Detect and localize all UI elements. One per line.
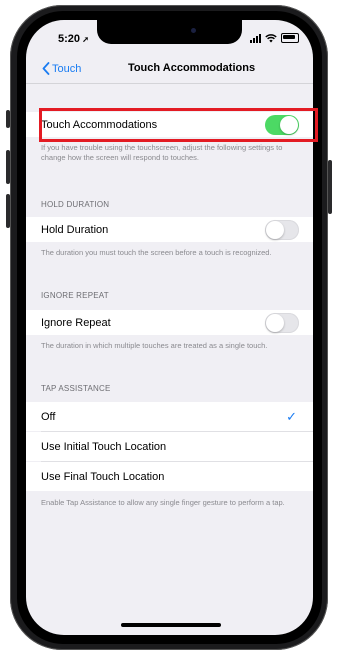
checkmark-icon: ✓ — [286, 408, 297, 424]
hold-duration-toggle[interactable] — [265, 219, 299, 240]
nav-divider — [26, 83, 313, 84]
toggle-knob — [266, 313, 284, 332]
cellular-signal-icon — [250, 33, 261, 43]
tap-assistance-option-initial[interactable]: Use Initial Touch Location — [26, 432, 313, 461]
status-icons — [250, 33, 299, 43]
tap-assistance-option-final[interactable]: Use Final Touch Location — [26, 462, 313, 491]
toggle-knob — [266, 220, 284, 239]
volume-down-button — [6, 194, 10, 228]
hold-duration-row: Hold Duration — [26, 217, 313, 242]
status-time: 5:20 ➚ — [58, 33, 89, 45]
tap-assistance-header: TAP ASSISTANCE — [41, 384, 111, 393]
tap-assistance-footer: Enable Tap Assistance to allow any singl… — [41, 498, 285, 507]
option-label: Off — [41, 410, 56, 423]
ignore-repeat-label: Ignore Repeat — [41, 316, 111, 329]
highlight-box — [39, 108, 318, 142]
option-label: Use Final Touch Location — [41, 470, 165, 483]
notch — [97, 20, 242, 44]
ignore-repeat-footer: The duration in which multiple touches a… — [41, 341, 268, 350]
location-arrow-icon: ➚ — [80, 35, 89, 44]
tap-assistance-option-off[interactable]: Off ✓ — [26, 402, 313, 431]
camera-icon — [191, 28, 196, 33]
ignore-repeat-row: Ignore Repeat — [26, 310, 313, 335]
hold-duration-footer: The duration you must touch the screen b… — [41, 248, 272, 257]
mute-switch — [6, 110, 10, 128]
option-label: Use Initial Touch Location — [41, 440, 167, 453]
home-indicator[interactable] — [121, 623, 221, 627]
hold-duration-header: HOLD DURATION — [41, 200, 110, 209]
hold-duration-label: Hold Duration — [41, 223, 109, 236]
battery-icon — [281, 33, 299, 43]
wifi-icon — [265, 33, 277, 42]
page-title: Touch Accommodations — [127, 62, 256, 74]
volume-up-button — [6, 150, 10, 184]
ignore-repeat-header: IGNORE REPEAT — [41, 291, 109, 300]
side-button — [328, 160, 332, 214]
touch-accommodations-footer: If you have trouble using the touchscree… — [41, 143, 283, 162]
ignore-repeat-toggle[interactable] — [265, 312, 299, 333]
